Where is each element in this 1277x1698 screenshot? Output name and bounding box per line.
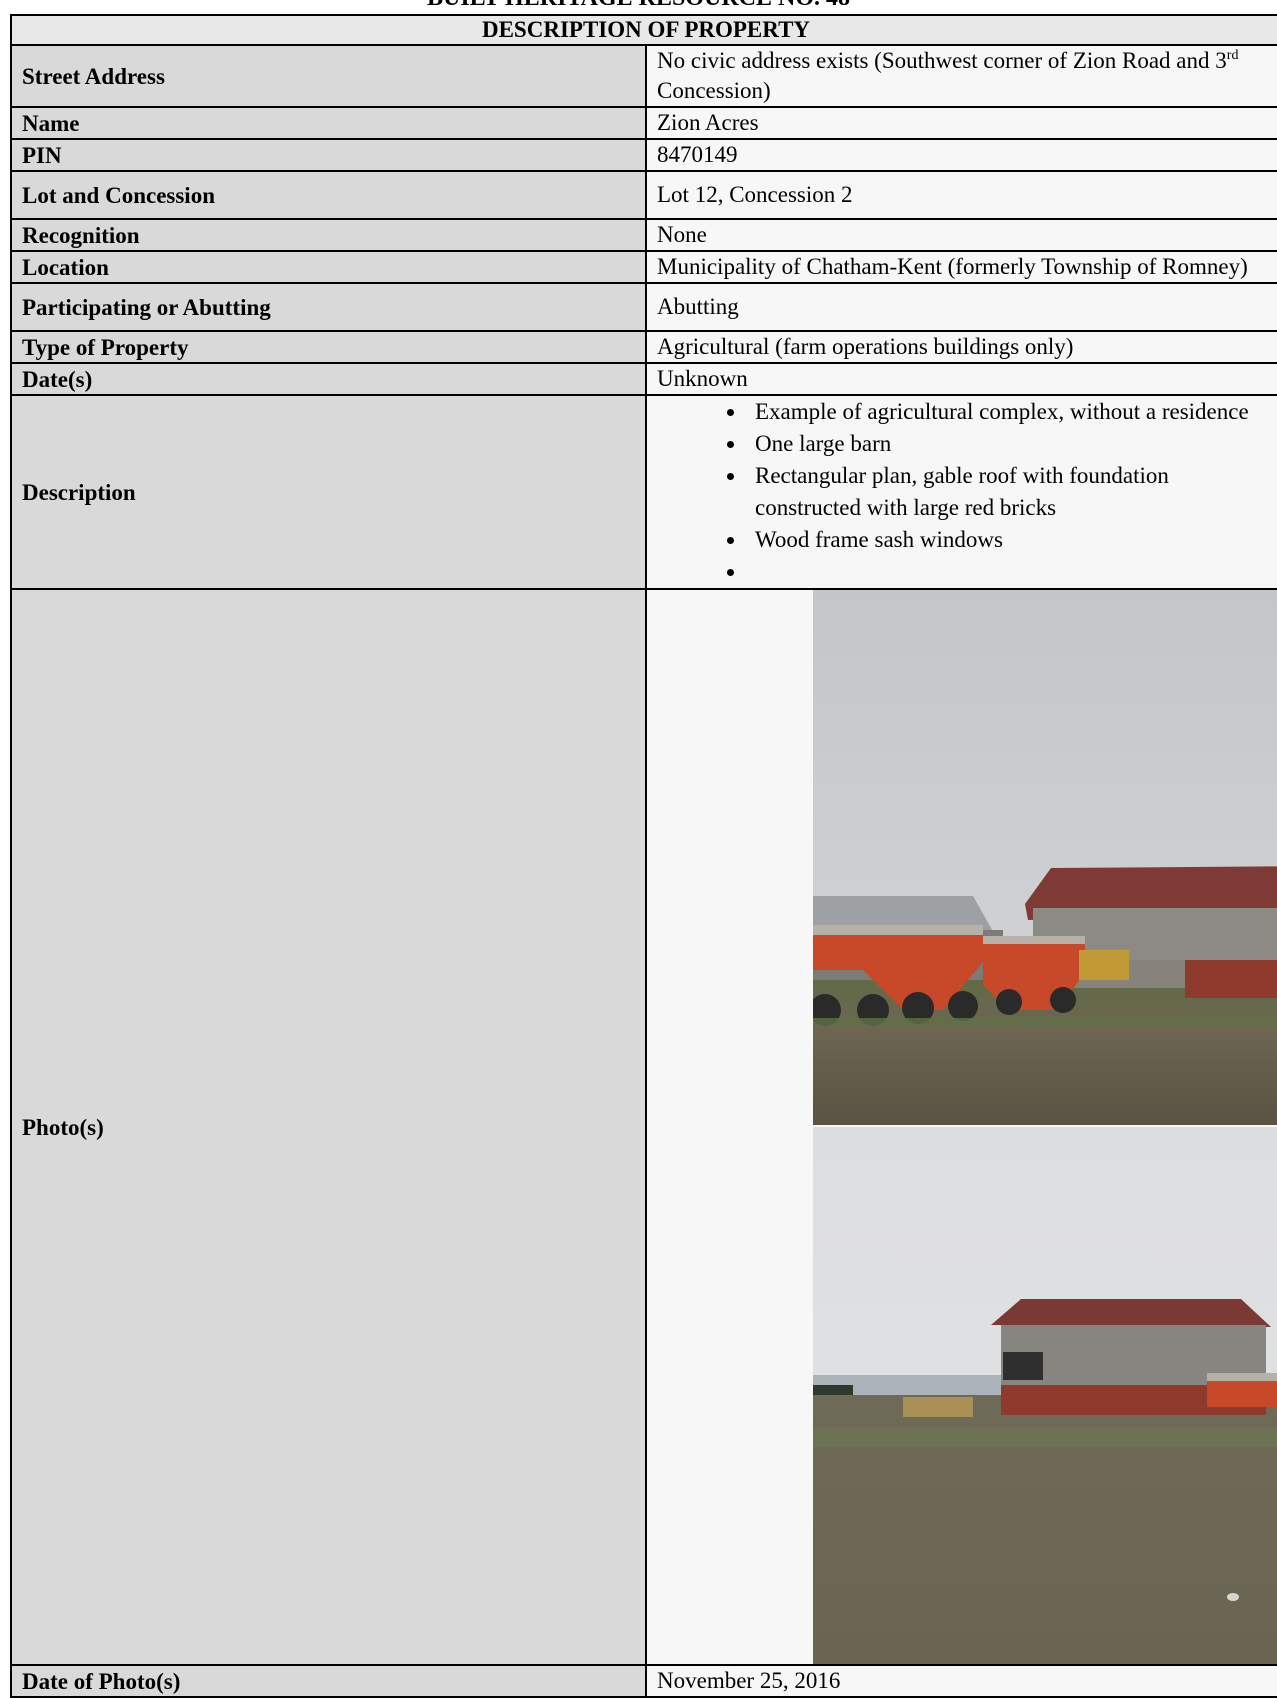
recognition-label: Recognition — [10, 218, 647, 252]
street-address-text: No civic address exists (Southwest corne… — [657, 48, 1227, 73]
description-list: Example of agricultural complex, without… — [657, 397, 1270, 587]
photos-value — [645, 588, 1277, 1666]
barn-photo-2 — [813, 1127, 1277, 1663]
street-address-label: Street Address — [10, 44, 647, 108]
row-photos: Photo(s) — [10, 588, 1277, 1666]
row-name: Name Zion Acres — [10, 106, 1277, 140]
photos-label: Photo(s) — [10, 588, 647, 1666]
description-item — [747, 556, 1270, 587]
description-label: Description — [10, 394, 647, 590]
row-dates: Date(s) Unknown — [10, 362, 1277, 396]
row-property-type: Type of Property Agricultural (farm oper… — [10, 330, 1277, 364]
recognition-value: None — [645, 218, 1277, 252]
row-recognition: Recognition None — [10, 218, 1277, 252]
name-label: Name — [10, 106, 647, 140]
lot-concession-value: Lot 12, Concession 2 — [645, 170, 1277, 220]
lot-concession-label: Lot and Concession — [10, 170, 647, 220]
pin-value: 8470149 — [645, 138, 1277, 172]
row-participating: Participating or Abutting Abutting — [10, 282, 1277, 332]
row-photo-date: Date of Photo(s) November 25, 2016 — [10, 1664, 1277, 1698]
description-item: Wood frame sash windows — [747, 524, 1270, 556]
row-location: Location Municipality of Chatham-Kent (f… — [10, 250, 1277, 284]
row-lot-concession: Lot and Concession Lot 12, Concession 2 — [10, 170, 1277, 220]
row-street-address: Street Address No civic address exists (… — [10, 44, 1277, 108]
description-item: Example of agricultural complex, without… — [747, 397, 1270, 428]
row-pin: PIN 8470149 — [10, 138, 1277, 172]
property-type-label: Type of Property — [10, 330, 647, 364]
dates-value: Unknown — [645, 362, 1277, 396]
participating-label: Participating or Abutting — [10, 282, 647, 332]
property-table: DESCRIPTION OF PROPERTY Street Address N… — [10, 14, 1277, 1698]
location-value: Municipality of Chatham-Kent (formerly T… — [645, 250, 1277, 284]
description-value: Example of agricultural complex, without… — [645, 394, 1277, 590]
section-heading: DESCRIPTION OF PROPERTY — [10, 14, 1277, 46]
pin-label: PIN — [10, 138, 647, 172]
description-item: Rectangular plan, gable roof with founda… — [747, 460, 1270, 524]
ordinal-suffix: rd — [1226, 48, 1239, 63]
location-label: Location — [10, 250, 647, 284]
participating-value: Abutting — [645, 282, 1277, 332]
description-item: One large barn — [747, 428, 1270, 460]
name-value: Zion Acres — [645, 106, 1277, 140]
row-description: Description Example of agricultural comp… — [10, 394, 1277, 590]
barn-photo-2-image — [813, 1127, 1277, 1663]
photo-date-label: Date of Photo(s) — [10, 1664, 647, 1698]
barn-photo-1 — [813, 591, 1277, 1125]
barn-photo-1-image — [813, 591, 1277, 1125]
document-title: BUILT HERITAGE RESOURCE NO. 48 — [0, 0, 1277, 10]
property-type-value: Agricultural (farm operations buildings … — [645, 330, 1277, 364]
dates-label: Date(s) — [10, 362, 647, 396]
street-address-text-end: Concession) — [657, 78, 771, 103]
photo-date-value: November 25, 2016 — [645, 1664, 1277, 1698]
street-address-value: No civic address exists (Southwest corne… — [645, 44, 1277, 108]
